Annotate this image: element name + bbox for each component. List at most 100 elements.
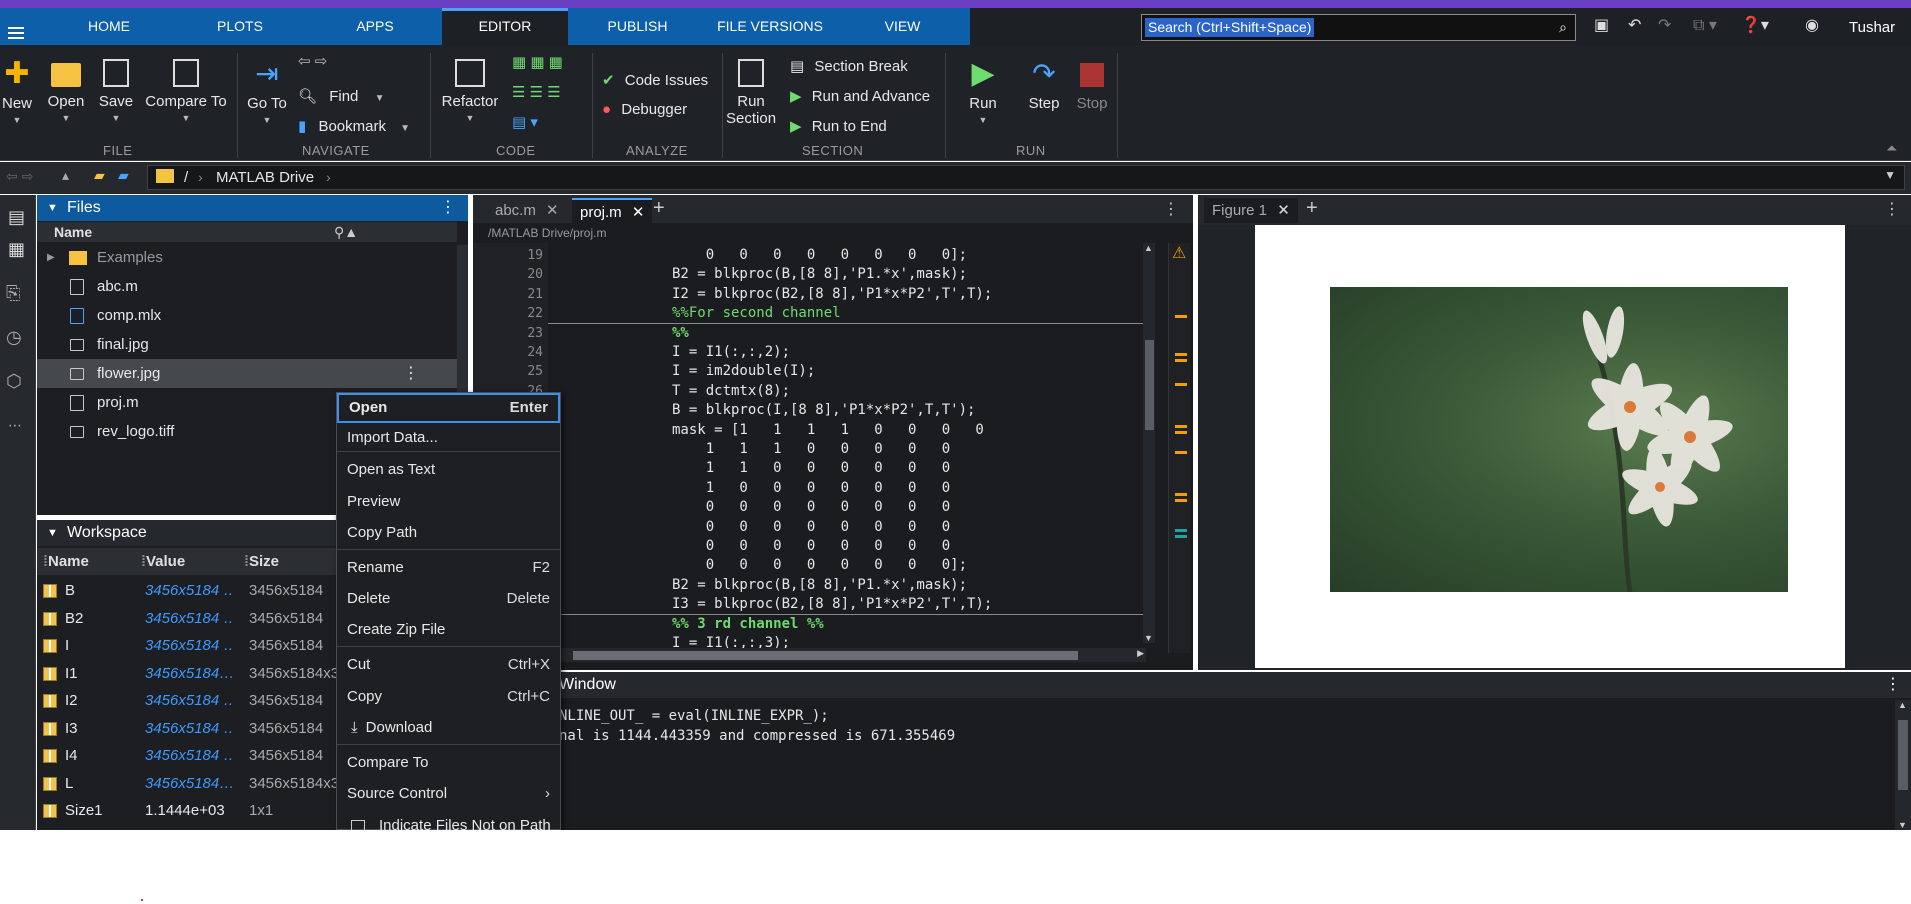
code-line[interactable]: 0 0 0 0 0 0 0 0 — [672, 538, 950, 554]
undo-icon[interactable]: ↶ — [1628, 15, 1641, 35]
warning-marker[interactable] — [1175, 353, 1187, 356]
scroll-right-icon[interactable]: ▶ — [1137, 648, 1144, 659]
run-advance-button[interactable]: ▶ Run and Advance — [790, 87, 930, 105]
cloud-folder-icon[interactable]: ▰ — [118, 167, 129, 184]
scroll-down-icon[interactable]: ▼ — [1144, 633, 1153, 643]
back-forward-icon[interactable]: ⇦ ⇨ — [6, 168, 33, 185]
up-folder-icon[interactable]: ▴ — [62, 167, 69, 184]
menu-item-create-zip-file[interactable]: Create Zip File — [337, 615, 560, 645]
bookmark-button[interactable]: ▮ Bookmark ▼ — [298, 117, 410, 135]
run-to-end-button[interactable]: ▶ Run to End — [790, 117, 887, 135]
code-line[interactable]: 0 0 0 0 0 0 0 0]; — [672, 247, 967, 263]
window-layout-icon[interactable]: ⧉ ▾ — [1693, 15, 1717, 35]
warning-marker[interactable] — [1175, 431, 1187, 434]
add-tab-icon[interactable]: + — [653, 197, 665, 220]
code-line[interactable]: I3 = blkproc(B2,[8 8],'P1*x*P2',T',T); — [672, 596, 992, 612]
compare-button[interactable]: Compare To ▼ — [144, 59, 228, 123]
close-icon[interactable]: ✕ — [632, 204, 645, 221]
editor-horizontal-thumb[interactable] — [573, 651, 1078, 660]
code-line[interactable]: I = I1(:,:,2); — [672, 344, 790, 360]
menu-item-source-control[interactable]: Source Control › — [337, 779, 560, 809]
menu-item-compare-to[interactable]: Compare To — [337, 748, 560, 778]
collapse-icon[interactable]: ▼ — [47, 195, 58, 221]
warning-marker[interactable] — [1175, 425, 1187, 428]
files-column-header[interactable]: Name ⚲▲ — [37, 222, 457, 242]
code-line[interactable]: T = dctmtx(8); — [672, 383, 790, 399]
tab-file-versions[interactable]: FILE VERSIONS — [715, 8, 825, 45]
code-line[interactable]: 1 0 0 0 0 0 0 0 — [672, 480, 950, 496]
editor-tab-abc[interactable]: abc.m ✕ — [487, 198, 567, 223]
list-item[interactable]: abc.m — [37, 272, 457, 301]
menu-item-rename[interactable]: Rename F2 — [337, 553, 560, 583]
list-item[interactable]: comp.mlx — [37, 301, 457, 330]
sort-ascending-icon[interactable]: ⚲▲ — [334, 222, 358, 242]
column-name[interactable]: Name — [54, 224, 92, 240]
scroll-down-icon[interactable]: ▼ — [1898, 820, 1907, 830]
collapse-icon[interactable]: ▼ — [47, 520, 58, 546]
step-button[interactable]: ↷ Step — [1024, 59, 1064, 113]
code-line[interactable]: 0 0 0 0 0 0 0 0 — [672, 519, 950, 535]
redo-icon[interactable]: ↷ — [1658, 15, 1671, 35]
user-icon[interactable]: ◉ — [1805, 15, 1819, 35]
search-input[interactable]: Search (Ctrl+Shift+Space) ⌕ — [1141, 14, 1576, 41]
menu-item-import-data[interactable]: Import Data... — [337, 423, 560, 453]
save-button[interactable]: Save ▼ — [96, 59, 136, 123]
section-marker[interactable] — [1175, 529, 1187, 532]
menu-item-open[interactable]: Open Enter — [337, 393, 560, 423]
files-panel-icon[interactable]: ▤ — [8, 207, 25, 228]
editor-tab-proj[interactable]: proj.m ✕ — [572, 198, 653, 223]
editor-vertical-scrollbar[interactable]: ▲ ▼ — [1143, 243, 1155, 643]
menu-item-preview[interactable]: Preview — [337, 487, 560, 517]
menu-item-delete[interactable]: Delete Delete — [337, 584, 560, 614]
menu-item-cut[interactable]: Cut Ctrl+X — [337, 650, 560, 680]
refactor-button[interactable]: Refactor ▼ — [440, 59, 500, 123]
close-icon[interactable]: ✕ — [546, 202, 559, 219]
expand-icon[interactable]: ▶ — [47, 243, 55, 272]
current-folder-field[interactable]: / › MATLAB Drive › ▼ — [147, 165, 1905, 190]
warning-marker[interactable] — [1175, 383, 1187, 386]
list-item[interactable]: final.jpg — [37, 330, 457, 359]
close-icon[interactable]: ✕ — [1277, 202, 1290, 219]
code-line[interactable]: B2 = blkproc(B,[8 8],'P1.*x',mask); — [672, 266, 967, 282]
run-section-button[interactable]: Run Section — [726, 59, 776, 127]
figure-tab[interactable]: Figure 1 ✕ — [1204, 198, 1298, 223]
tab-publish[interactable]: PUBLISH — [590, 8, 685, 45]
save-icon[interactable]: ▣ — [1594, 15, 1609, 35]
stop-button[interactable]: Stop — [1072, 59, 1112, 112]
scroll-up-icon[interactable]: ▲ — [1898, 700, 1907, 710]
code-line[interactable]: I = im2double(I); — [672, 363, 815, 379]
add-ons-icon[interactable]: ⬡ — [6, 371, 22, 392]
open-button[interactable]: Open ▼ — [44, 59, 88, 123]
code-line[interactable]: mask = [1 1 1 1 0 0 0 0 — [672, 422, 984, 438]
code-indent-icons[interactable]: ☰ ☰ ☰ — [512, 83, 561, 101]
menu-item-download[interactable]: ⤓ Download — [337, 713, 560, 743]
section-break-button[interactable]: ▤ Section Break — [790, 57, 908, 75]
browse-folder-icon[interactable]: ▰ — [94, 167, 105, 184]
history-icon[interactable]: ◷ — [6, 327, 22, 348]
find-button[interactable]: 🔍︎ Find ▼ — [298, 87, 384, 105]
warning-marker[interactable] — [1175, 499, 1187, 502]
code-line[interactable]: 0 0 0 0 0 0 0 0 — [672, 499, 950, 515]
section-marker[interactable] — [1175, 535, 1187, 538]
breadcrumb-drive[interactable]: MATLAB Drive — [216, 169, 314, 186]
menu-item-copy-path[interactable]: Copy Path — [337, 518, 560, 548]
code-line[interactable]: 1 1 1 0 0 0 0 0 — [672, 441, 950, 457]
more-icon[interactable]: ⋯ — [8, 417, 22, 434]
menu-item-open-as-text[interactable]: Open as Text — [337, 455, 560, 485]
menu-item-copy[interactable]: Copy Ctrl+C — [337, 682, 560, 712]
workspace-panel-icon[interactable]: ▦ — [8, 239, 25, 260]
code-format-icons[interactable]: ▦ ▦ ▦ — [512, 53, 563, 71]
run-button[interactable]: ▶ Run ▼ — [963, 59, 1003, 126]
goto-button[interactable]: ⇥ Go To ▼ — [244, 59, 290, 126]
add-figure-icon[interactable]: + — [1306, 197, 1318, 220]
column-name[interactable]: ⁞Name — [43, 548, 89, 575]
warning-marker[interactable] — [1175, 451, 1187, 454]
tab-editor[interactable]: EDITOR — [442, 8, 568, 45]
command-scrollbar[interactable]: ▲ ▼ — [1895, 700, 1911, 830]
column-size[interactable]: ⁞Size — [244, 548, 279, 575]
figure-canvas[interactable] — [1255, 225, 1845, 668]
column-value[interactable]: ⁞Value — [141, 548, 185, 575]
code-line[interactable]: %%For second channel — [672, 305, 841, 321]
menu-icon[interactable] — [8, 27, 24, 39]
files-options-icon[interactable]: ⋮ — [440, 195, 456, 221]
